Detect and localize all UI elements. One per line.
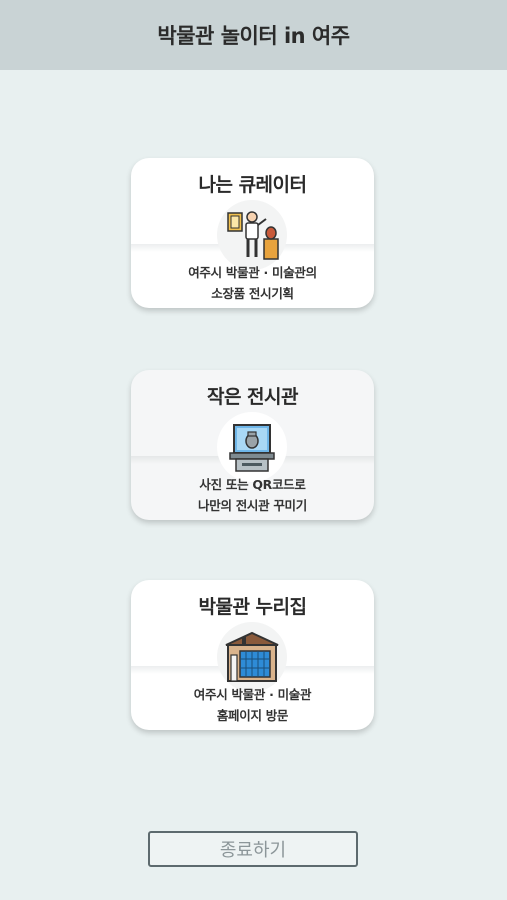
card-description-line: 여주시 박물관 · 미술관의 [188, 265, 317, 280]
curator-icon [217, 200, 287, 270]
card-description-line: 나만의 전시관 꾸미기 [198, 498, 307, 513]
card-title: 박물관 누리집 [198, 596, 308, 618]
page-title: 박물관 놀이터 in 여주 [157, 24, 350, 48]
card-description-line: 사진 또는 QR코드로 [199, 477, 306, 492]
card-title: 작은 전시관 [206, 386, 299, 408]
card-description: 여주시 박물관 · 미술관 홈페이지 방문 [131, 684, 374, 726]
museum-homepage-card[interactable]: 박물관 누리집 여주시 박물관 · 미술관 홈페이지 방문 [131, 580, 374, 730]
card-description-line: 소장품 전시기획 [211, 286, 294, 301]
curator-card[interactable]: 나는 큐레이터 여주시 박물관 · 미술관의 소장품 전시기획 [131, 158, 374, 308]
card-description: 여주시 박물관 · 미술관의 소장품 전시기획 [131, 262, 374, 304]
card-description-line: 여주시 박물관 · 미술관 [193, 687, 312, 702]
museum-building-icon [217, 622, 287, 692]
exit-button[interactable]: 종료하기 [148, 831, 358, 867]
card-description: 사진 또는 QR코드로 나만의 전시관 꾸미기 [131, 474, 374, 516]
small-exhibition-card[interactable]: 작은 전시관 사진 또는 QR코드로 나만의 전시관 꾸미기 [131, 370, 374, 520]
card-description-line: 홈페이지 방문 [216, 708, 289, 723]
app-header: 박물관 놀이터 in 여주 [0, 0, 507, 70]
card-title: 나는 큐레이터 [198, 174, 308, 196]
display-case-icon [217, 412, 287, 482]
